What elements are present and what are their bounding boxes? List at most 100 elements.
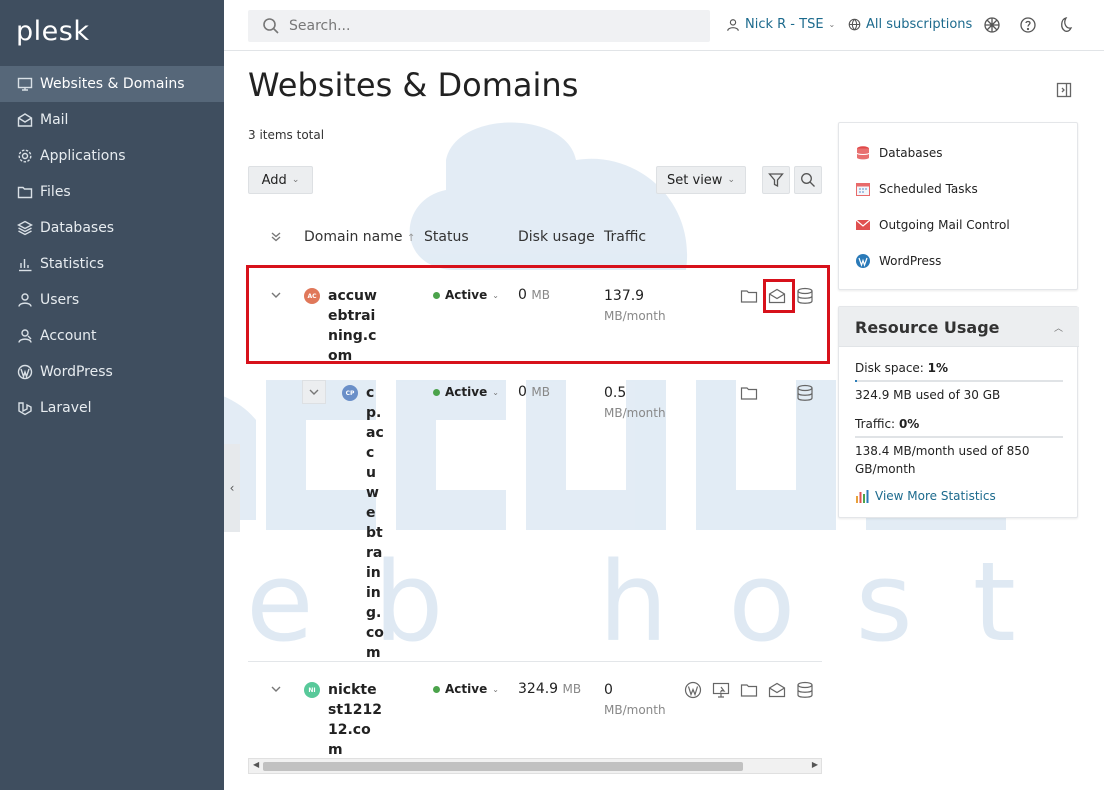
database-icon: [856, 146, 870, 160]
sidebar-item-databases[interactable]: Databases: [0, 210, 224, 246]
status-dot: [433, 685, 440, 693]
sidebar-item-applications[interactable]: Applications: [0, 138, 224, 174]
traffic-unit: MB/month: [604, 703, 666, 717]
sidebar-item-files[interactable]: Files: [0, 174, 224, 210]
account-icon: [16, 327, 34, 345]
user-menu[interactable]: Nick R - TSE ⌄: [726, 17, 835, 32]
chart-icon: [16, 255, 34, 273]
sidebar-item-wordpress[interactable]: WordPress: [0, 354, 224, 390]
sidebar-item-label: Statistics: [40, 256, 104, 272]
row-divider: [248, 661, 822, 662]
scroll-left-icon[interactable]: ◀: [253, 760, 259, 769]
status-dropdown[interactable]: Active ⌄: [433, 385, 499, 399]
gear-icon: [16, 147, 34, 165]
status-label: Active: [445, 682, 488, 696]
calendar-icon: [856, 183, 870, 196]
filter-button[interactable]: [762, 166, 790, 194]
sidebar-item-mail[interactable]: Mail: [0, 102, 224, 138]
disk-unit: MB: [531, 385, 550, 399]
search-input[interactable]: [289, 18, 689, 34]
folder-icon[interactable]: [740, 681, 758, 699]
horizontal-scrollbar[interactable]: ◀ ▶: [248, 758, 822, 774]
expand-all-icon[interactable]: [270, 231, 284, 245]
dark-mode-icon[interactable]: [1055, 16, 1073, 34]
plesk-logo[interactable]: plesk: [16, 16, 89, 47]
disk-space-row: Disk space: 1%: [855, 359, 948, 377]
column-label: Disk usage: [518, 229, 595, 245]
disk-usage: 324.9 MB: [518, 681, 581, 697]
database-icon[interactable]: [796, 384, 814, 402]
subscriptions-label: All subscriptions: [866, 17, 973, 32]
traffic-value: 0: [604, 682, 613, 698]
tool-databases[interactable]: Databases: [855, 145, 943, 161]
view-more-statistics-link[interactable]: View More Statistics: [855, 489, 996, 503]
tool-label: WordPress: [879, 254, 942, 268]
sidebar-item-label: Users: [40, 292, 80, 308]
status-dot: [433, 388, 440, 396]
database-icon: [16, 219, 34, 237]
items-total: 3 items total: [248, 128, 325, 142]
wordpress-icon: [16, 363, 34, 381]
status-dropdown[interactable]: Active ⌄: [433, 682, 499, 696]
panel-toggle-icon[interactable]: [1056, 82, 1072, 98]
traffic-label: Traffic:: [855, 417, 896, 431]
column-status[interactable]: Status: [424, 229, 469, 245]
column-label: Traffic: [604, 229, 647, 245]
search-icon: [801, 173, 815, 187]
column-disk-usage[interactable]: Disk usage: [518, 229, 595, 245]
column-traffic[interactable]: Traffic: [604, 229, 646, 245]
resource-usage-header[interactable]: Resource Usage ︿: [839, 307, 1079, 347]
search-list-button[interactable]: [794, 166, 822, 194]
scroll-right-icon[interactable]: ▶: [812, 760, 818, 769]
add-button-label: Add: [261, 172, 287, 188]
help-icon[interactable]: [1019, 16, 1037, 34]
traffic-bar: [855, 436, 1063, 438]
status-label: Active: [445, 385, 488, 399]
sidebar-item-label: Laravel: [40, 400, 92, 416]
wordpress-icon[interactable]: [684, 681, 702, 699]
disk-unit: MB: [562, 682, 582, 696]
laravel-icon: [16, 399, 34, 417]
search-box[interactable]: [248, 10, 710, 42]
scrollbar-thumb[interactable]: [263, 762, 743, 771]
tool-label: Databases: [879, 146, 943, 160]
traffic-value: 0.5: [604, 385, 627, 401]
row-expand-icon[interactable]: [302, 380, 326, 404]
disk-space-label: Disk space:: [855, 361, 924, 375]
avatar: CP: [342, 385, 358, 401]
subscriptions-menu[interactable]: All subscriptions: [848, 17, 972, 32]
chevron-up-icon[interactable]: ︿: [1054, 321, 1063, 334]
sidebar-collapse-handle[interactable]: ‹: [224, 444, 240, 532]
sidebar-item-account[interactable]: Account: [0, 318, 224, 354]
disk-space-detail: 324.9 MB used of 30 GB: [855, 388, 1001, 402]
sidebar-nav: Websites & Domains Mail Applications Fil…: [0, 66, 224, 426]
sidebar-item-label: WordPress: [40, 364, 113, 380]
sidebar: plesk Websites & Domains Mail Applicatio…: [0, 0, 224, 790]
sidebar-item-statistics[interactable]: Statistics: [0, 246, 224, 282]
chevron-down-icon: ⌄: [291, 175, 300, 185]
tool-wordpress[interactable]: WordPress: [855, 253, 941, 269]
mail-icon[interactable]: [768, 681, 786, 699]
folder-icon[interactable]: [740, 384, 758, 402]
sidebar-item-websites-domains[interactable]: Websites & Domains: [0, 66, 224, 102]
database-icon[interactable]: [796, 681, 814, 699]
extensions-icon[interactable]: [983, 16, 1001, 34]
traffic-detail: 138.4 MB/month used of 850 GB/month: [855, 444, 1030, 476]
row-expand-icon[interactable]: [270, 683, 284, 697]
domain-link[interactable]: cp.accuwebtraining.com: [366, 383, 384, 663]
sidebar-item-label: Files: [40, 184, 71, 200]
add-button[interactable]: Add ⌄: [248, 166, 313, 194]
globe-icon: [848, 18, 861, 31]
set-view-button[interactable]: Set view ⌄: [656, 166, 746, 194]
traffic-row: Traffic: 0%: [855, 415, 919, 433]
row-highlight-box: [246, 265, 830, 364]
column-domain-name[interactable]: Domain name ↑: [304, 229, 415, 245]
tool-outgoing-mail-control[interactable]: Outgoing Mail Control: [855, 217, 1010, 233]
site-preview-icon[interactable]: [712, 681, 730, 699]
sidebar-item-users[interactable]: Users: [0, 282, 224, 318]
user-icon: [727, 18, 739, 31]
disk-space-bar-fill: [855, 380, 858, 382]
sidebar-item-laravel[interactable]: Laravel: [0, 390, 224, 426]
tool-scheduled-tasks[interactable]: Scheduled Tasks: [855, 181, 978, 197]
domain-link[interactable]: nicktest121212.com: [328, 680, 384, 760]
